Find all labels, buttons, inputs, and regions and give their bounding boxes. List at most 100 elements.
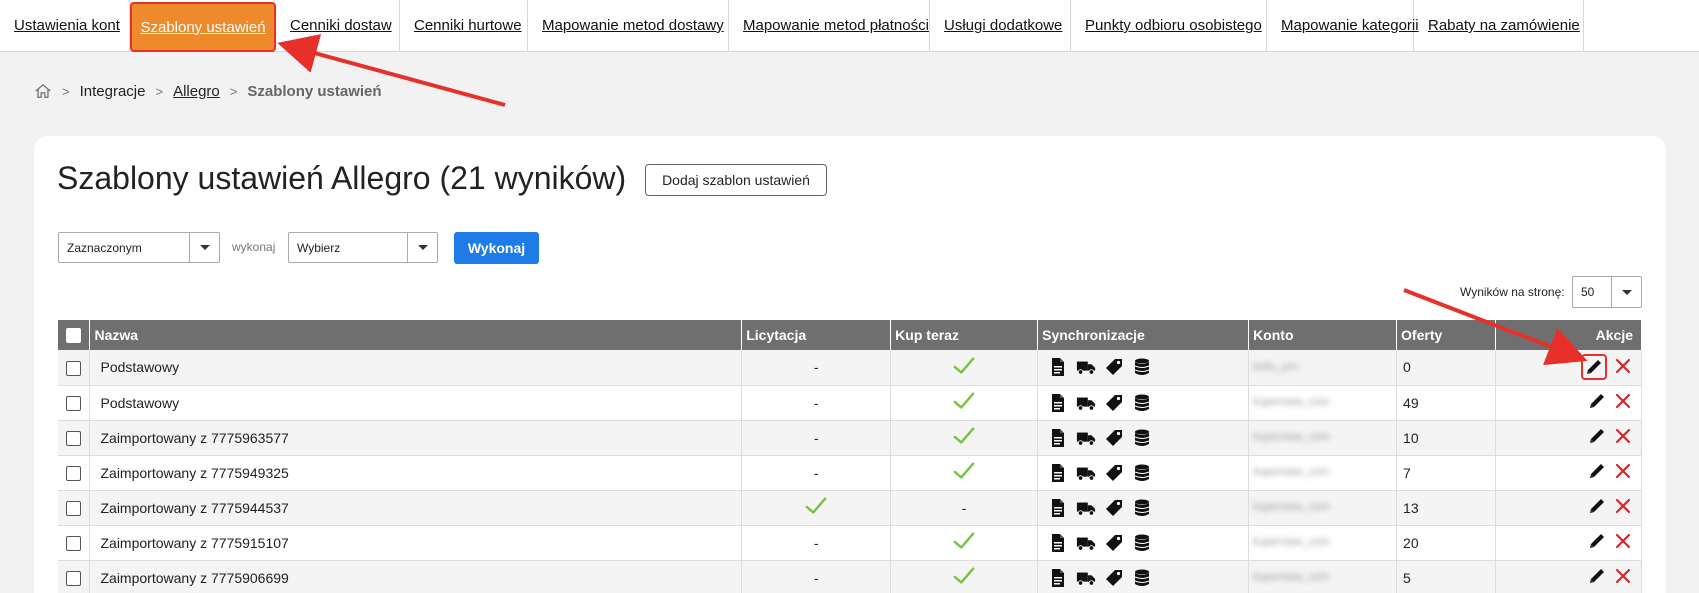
- offers-cell: 0: [1396, 350, 1496, 386]
- tab-bar: Ustawienia kont Szablony ustawień Cennik…: [0, 0, 1699, 52]
- auction-cell: -: [741, 420, 892, 456]
- close-icon[interactable]: [1613, 496, 1633, 516]
- select-all-checkbox[interactable]: [66, 328, 82, 344]
- buynow-cell: [890, 350, 1039, 386]
- account-cell: kupemiaw_com: [1248, 455, 1398, 491]
- delete-button[interactable]: [1613, 461, 1633, 484]
- account-value: kupemiaw_com: [1253, 431, 1330, 443]
- row-checkbox[interactable]: [66, 430, 82, 446]
- row-checkbox[interactable]: [66, 570, 82, 586]
- tab-punkty-odbioru[interactable]: Punkty odbioru osobistego: [1071, 0, 1267, 51]
- pencil-icon[interactable]: [1587, 461, 1607, 481]
- tab-cenniki-dostaw[interactable]: Cenniki dostaw: [276, 0, 400, 51]
- run-button[interactable]: Wykonaj: [454, 232, 539, 264]
- row-select-cell[interactable]: [58, 455, 91, 491]
- header-select-all[interactable]: [58, 320, 91, 350]
- template-name: Zaimportowany z 7775906699: [89, 560, 743, 593]
- offers-cell: 7: [1396, 455, 1496, 491]
- tab-rabaty-na-zamowienie[interactable]: Rabaty na zamówienie: [1414, 0, 1584, 51]
- document-icon: [1052, 463, 1065, 482]
- pencil-icon[interactable]: [1584, 357, 1604, 377]
- breadcrumb-allegro-link[interactable]: Allegro: [173, 83, 220, 100]
- close-icon[interactable]: [1613, 461, 1633, 481]
- row-select-cell[interactable]: [58, 525, 91, 561]
- edit-button[interactable]: [1581, 354, 1607, 381]
- row-select-cell[interactable]: [58, 350, 91, 386]
- header-offers: Oferty: [1396, 320, 1496, 350]
- tab-uslugi-dodatkowe[interactable]: Usługi dodatkowe: [930, 0, 1071, 51]
- delete-button[interactable]: [1613, 531, 1633, 554]
- chevron-down-icon[interactable]: [1611, 277, 1641, 307]
- tab-ustawienia-kont[interactable]: Ustawienia kont: [0, 0, 130, 51]
- scope-select[interactable]: Zaznaczonym: [58, 232, 220, 263]
- row-select-cell[interactable]: [58, 560, 91, 593]
- breadcrumb-integracje: Integracje: [79, 82, 146, 100]
- check-icon: [953, 392, 975, 409]
- table-row: Zaimportowany z 7775963577 - kupemiaw_com 1…: [58, 420, 1642, 456]
- tab-mapowanie-kategorii[interactable]: Mapowanie kategorii: [1267, 0, 1419, 51]
- account-value: kupemiaw_com: [1253, 501, 1330, 513]
- delete-button[interactable]: [1613, 426, 1633, 449]
- edit-button[interactable]: [1587, 531, 1607, 554]
- home-icon[interactable]: [34, 82, 52, 100]
- pencil-icon[interactable]: [1587, 391, 1607, 411]
- action-select[interactable]: Wybierz: [288, 232, 438, 263]
- tab-szablony-ustawien[interactable]: Szablony ustawień: [130, 2, 276, 52]
- auction-cell: -: [741, 525, 892, 561]
- row-select-cell[interactable]: [58, 490, 91, 526]
- breadcrumb-separator: >: [155, 83, 164, 99]
- row-checkbox[interactable]: [66, 500, 82, 516]
- edit-button[interactable]: [1587, 566, 1607, 589]
- document-icon: [1052, 498, 1065, 517]
- close-icon[interactable]: [1613, 531, 1633, 551]
- row-checkbox[interactable]: [66, 360, 82, 376]
- database-icon: [1134, 429, 1150, 446]
- document-icon: [1052, 533, 1065, 552]
- edit-button[interactable]: [1587, 391, 1607, 414]
- truck-icon: [1077, 432, 1096, 446]
- row-select-cell[interactable]: [58, 385, 91, 421]
- check-icon: [953, 567, 975, 584]
- edit-button[interactable]: [1587, 426, 1607, 449]
- edit-button[interactable]: [1587, 496, 1607, 519]
- close-icon[interactable]: [1613, 566, 1633, 586]
- account-value: kupemiaw_com: [1253, 466, 1330, 478]
- templates-table: Nazwa Licytacja Kup teraz Synchronizacje…: [58, 320, 1642, 593]
- row-select-cell[interactable]: [58, 420, 91, 456]
- breadcrumb-separator: >: [62, 83, 70, 99]
- breadcrumb-separator: >: [229, 83, 238, 99]
- sync-cell: [1037, 560, 1250, 593]
- delete-button[interactable]: [1613, 356, 1633, 379]
- edit-button[interactable]: [1587, 461, 1607, 484]
- document-icon: [1052, 358, 1065, 377]
- table-row: Podstawowy - kotlu_pro 0: [58, 350, 1642, 386]
- close-icon[interactable]: [1613, 391, 1633, 411]
- pencil-icon[interactable]: [1587, 426, 1607, 446]
- buynow-cell: -: [890, 490, 1039, 526]
- database-icon: [1134, 534, 1150, 551]
- pencil-icon[interactable]: [1587, 566, 1607, 586]
- add-template-button[interactable]: Dodaj szablon ustawień: [645, 164, 827, 196]
- close-icon[interactable]: [1613, 426, 1633, 446]
- offers-cell: 49: [1396, 385, 1496, 421]
- breadcrumb: > Integracje > Allegro > Szablony ustawi…: [34, 82, 382, 100]
- pencil-icon[interactable]: [1587, 531, 1607, 551]
- row-checkbox[interactable]: [66, 395, 82, 411]
- chevron-down-icon[interactable]: [407, 233, 437, 262]
- chevron-down-icon[interactable]: [189, 233, 219, 262]
- close-icon[interactable]: [1613, 356, 1633, 376]
- delete-button[interactable]: [1613, 566, 1633, 589]
- pencil-icon[interactable]: [1587, 496, 1607, 516]
- tag-icon: [1106, 499, 1123, 516]
- row-checkbox[interactable]: [66, 465, 82, 481]
- tab-mapowanie-metod-platnosci[interactable]: Mapowanie metod płatności: [729, 0, 930, 51]
- per-page-select[interactable]: 50: [1572, 276, 1642, 308]
- row-checkbox[interactable]: [66, 535, 82, 551]
- account-value: kotlu_pro: [1253, 360, 1299, 373]
- delete-button[interactable]: [1613, 391, 1633, 414]
- dash-value: -: [813, 534, 819, 551]
- tab-mapowanie-metod-dostawy[interactable]: Mapowanie metod dostawy: [528, 0, 729, 51]
- header-auction: Licytacja: [741, 320, 892, 350]
- tab-cenniki-hurtowe[interactable]: Cenniki hurtowe: [400, 0, 528, 51]
- delete-button[interactable]: [1613, 496, 1633, 519]
